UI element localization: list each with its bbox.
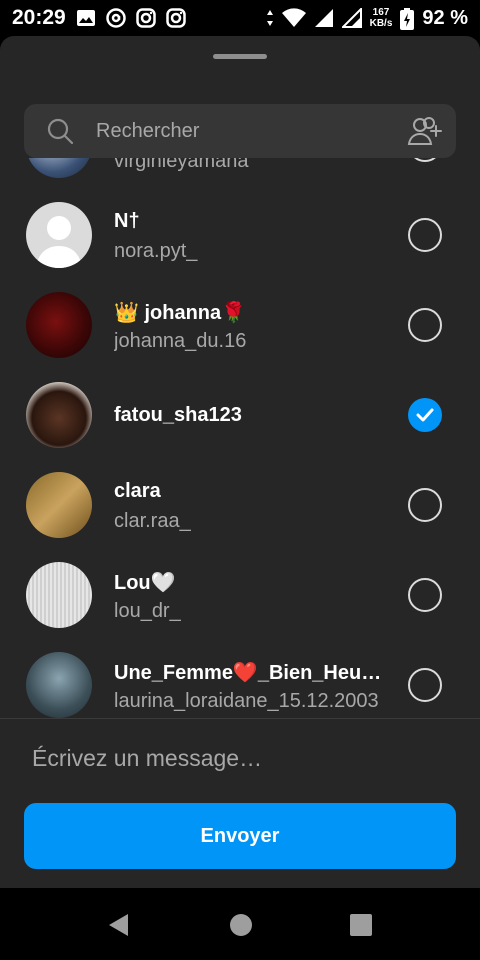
signal-icon	[341, 8, 362, 28]
status-left: 20:29	[12, 6, 186, 30]
home-icon[interactable]	[228, 912, 254, 938]
message-input[interactable]	[30, 744, 454, 773]
contact-username: nora.pyt_	[114, 240, 198, 262]
status-right: 167 KB/s 92 %	[266, 7, 468, 30]
battery-percent: 92 %	[422, 6, 468, 29]
list-item[interactable]: Lou🤍 lou_dr_	[0, 550, 480, 640]
contact-username: laurina_loraidane_15.12.2003	[114, 690, 379, 712]
list-item[interactable]: 👑 johanna🌹 johanna_du.16	[0, 280, 480, 370]
avatar	[26, 562, 92, 628]
contact-name: clara	[114, 480, 161, 502]
avatar	[26, 158, 92, 178]
recipient-list: virginieyamana N† nora.pyt_ 👑 johanna🌹 j…	[0, 158, 480, 718]
data-arrows-icon	[266, 8, 274, 28]
wifi-icon	[281, 8, 306, 28]
contact-username: virginieyamana	[114, 158, 249, 172]
avatar	[26, 202, 92, 268]
select-radio[interactable]	[408, 218, 442, 252]
select-radio[interactable]	[408, 668, 442, 702]
contact-name: fatou_sha123	[114, 404, 242, 426]
status-bar: 20:29 167 KB/s 92 %	[0, 0, 480, 36]
contact-username: johanna_du.16	[114, 330, 247, 352]
status-time: 20:29	[12, 6, 66, 29]
composer-divider	[0, 718, 480, 719]
share-sheet: virginieyamana N† nora.pyt_ 👑 johanna🌹 j…	[0, 36, 480, 888]
instagram-icon	[135, 8, 156, 28]
network-speed: 167 KB/s	[370, 7, 393, 29]
checkmark-icon	[416, 408, 434, 422]
instagram-icon	[165, 8, 186, 28]
signal-icon	[314, 8, 334, 28]
avatar	[26, 292, 92, 358]
search-bar	[24, 104, 456, 158]
avatar	[26, 472, 92, 538]
add-people-icon[interactable]	[406, 115, 444, 147]
select-radio[interactable]	[408, 488, 442, 522]
avatar	[26, 652, 92, 718]
at-sign-icon	[105, 8, 126, 28]
back-icon[interactable]	[106, 912, 132, 938]
contact-username: clar.raa_	[114, 510, 191, 532]
recents-icon[interactable]	[348, 912, 374, 938]
list-item[interactable]: fatou_sha123	[0, 370, 480, 460]
select-radio[interactable]	[408, 308, 442, 342]
speed-unit: KB/s	[369, 18, 393, 29]
search-input[interactable]	[94, 118, 406, 144]
list-item[interactable]: clara clar.raa_	[0, 460, 480, 550]
list-item[interactable]: N† nora.pyt_	[0, 190, 480, 280]
list-item[interactable]: virginieyamana	[0, 158, 480, 190]
sheet-grabber[interactable]	[213, 54, 267, 59]
select-radio[interactable]	[408, 158, 442, 162]
list-item[interactable]: Une_Femme❤️_Bien_Heureuse laurina_loraid…	[0, 640, 480, 718]
default-avatar-icon	[36, 216, 82, 268]
contact-name: Lou🤍	[114, 572, 176, 594]
image-icon	[76, 8, 96, 28]
navigation-bar	[0, 888, 480, 960]
contact-username: lou_dr_	[114, 600, 181, 622]
select-radio[interactable]	[408, 578, 442, 612]
search-icon	[46, 117, 74, 145]
send-button[interactable]: Envoyer	[24, 803, 456, 869]
speed-value: 167	[372, 7, 390, 18]
contact-name: N†	[114, 210, 140, 232]
avatar	[26, 382, 92, 448]
contact-name: 👑 johanna🌹	[114, 302, 247, 324]
contact-name: Une_Femme❤️_Bien_Heureuse	[114, 662, 384, 684]
select-radio-checked[interactable]	[408, 398, 442, 432]
battery-icon	[400, 8, 415, 30]
